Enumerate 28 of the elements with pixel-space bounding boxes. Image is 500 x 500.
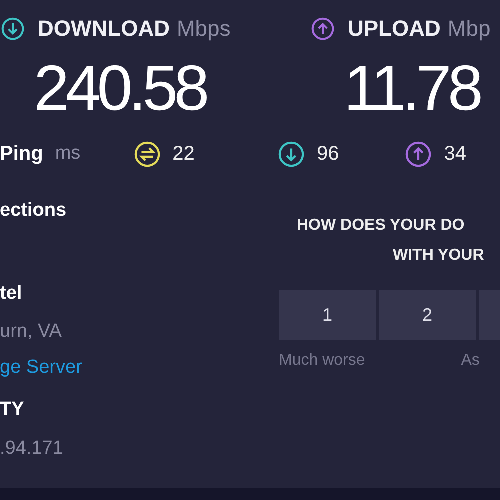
upload-icon [311, 17, 335, 41]
ping-idle-icon [134, 140, 161, 168]
isp-label: TY [0, 399, 24, 421]
ping-download-value: 96 [317, 142, 340, 166]
ping-upload-value: 34 [444, 142, 466, 166]
download-icon [1, 17, 25, 41]
ping-idle-value: 22 [172, 142, 195, 166]
download-unit: Mbps [176, 16, 231, 42]
ping-label: Ping [0, 142, 44, 166]
survey-question: WITH YOUR [393, 247, 484, 265]
provider-name: tel [0, 283, 22, 305]
download-speed: 240.58 [34, 51, 208, 126]
rating-button[interactable]: 1 [279, 290, 376, 340]
ip-address: .94.171 [0, 438, 64, 460]
upload-unit: Mbp [448, 16, 491, 42]
scale-label: Much worse [279, 352, 366, 370]
ping-upload-icon [405, 140, 432, 168]
rating-button[interactable]: 2 [379, 290, 476, 340]
connections-label: ections [0, 200, 67, 222]
upload-speed: 11.78 [344, 51, 481, 126]
scale-label: As [461, 352, 480, 370]
server-location: urn, VA [0, 321, 62, 343]
change-server-link[interactable]: ge Server [0, 357, 82, 379]
download-label: DOWNLOAD [38, 16, 170, 42]
upload-label: UPLOAD [348, 16, 441, 42]
ping-unit: ms [55, 143, 81, 165]
ping-download-icon [278, 140, 305, 168]
survey-question: HOW DOES YOUR DO [297, 217, 465, 235]
